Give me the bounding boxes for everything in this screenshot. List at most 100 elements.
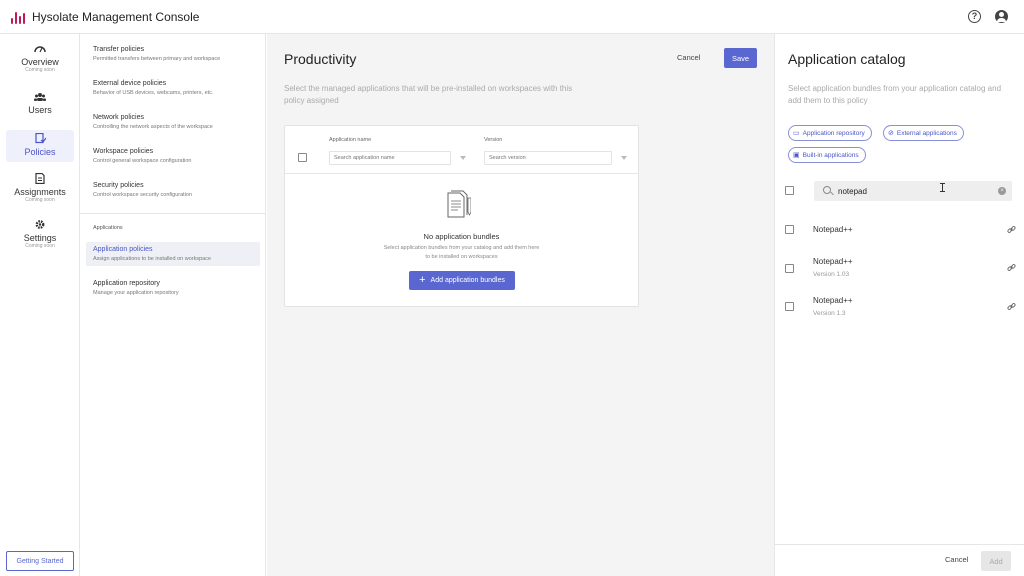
policy-item-title: Network policies: [93, 114, 144, 121]
select-all-catalog-checkbox[interactable]: [785, 186, 794, 195]
save-button[interactable]: Save: [724, 48, 757, 68]
policy-item-application-repository[interactable]: Application repository Manage your appli…: [86, 276, 260, 300]
row-checkbox[interactable]: [785, 225, 794, 234]
chip-external-applications[interactable]: ⊘ External applications: [883, 125, 964, 141]
search-icon: [823, 186, 831, 194]
chip-label: Built-in applications: [802, 151, 859, 159]
gear-icon: [35, 220, 45, 229]
left-nav: Overview Coming soon Users Policies Assi…: [0, 34, 80, 576]
documents-icon: [447, 190, 471, 218]
nav-label: Assignments: [14, 187, 66, 197]
plus-icon: +: [419, 274, 426, 286]
policy-item-title: External device policies: [93, 80, 167, 87]
nav-sublabel: Coming soon: [25, 67, 55, 73]
policy-item-title: Application repository: [93, 280, 160, 287]
help-icon[interactable]: ?: [968, 10, 981, 23]
result-version: Version 1.03: [813, 271, 850, 278]
document-icon: [35, 173, 45, 184]
nav-item-policies[interactable]: Policies: [6, 130, 74, 162]
gauge-icon: [34, 46, 46, 53]
policy-item-workspace[interactable]: Workspace policies Control general works…: [86, 144, 260, 168]
nav-label: Overview: [21, 57, 59, 67]
page-description: Select the managed applications that wil…: [284, 84, 573, 105]
nav-sublabel: Coming soon: [25, 197, 55, 203]
nav-label: Policies: [24, 147, 56, 157]
catalog-cancel-button[interactable]: Cancel: [945, 555, 968, 564]
nav-item-assignments[interactable]: Assignments Coming soon: [6, 173, 74, 207]
nav-item-overview[interactable]: Overview Coming soon: [6, 44, 74, 78]
catalog-search-input[interactable]: [838, 184, 988, 198]
application-catalog-panel: Application catalog Select application b…: [774, 34, 1024, 576]
catalog-search: ×: [814, 181, 1012, 201]
section-label-applications: Applications: [93, 225, 123, 231]
filter-icon[interactable]: [621, 156, 627, 160]
column-header-application-name: Application name: [329, 137, 372, 143]
divider: [80, 213, 266, 214]
catalog-add-button[interactable]: Add: [981, 551, 1011, 571]
add-application-bundles-label: Add application bundles: [430, 277, 505, 284]
catalog-footer: Cancel Add: [775, 544, 1024, 576]
top-bar: Hysolate Management Console ?: [0, 0, 1024, 34]
chip-application-repository[interactable]: ▭ Application repository: [788, 125, 872, 141]
catalog-description: Select application bundles from your app…: [788, 84, 1002, 105]
add-application-bundles-button[interactable]: + Add application bundles: [409, 271, 515, 290]
link-icon[interactable]: [1007, 263, 1016, 272]
result-version: Version 1.3: [813, 310, 846, 317]
hysolate-logo-icon: [11, 10, 25, 24]
nav-sublabel: Coming soon: [25, 243, 55, 249]
policy-item-desc: Control workspace security configuration: [93, 192, 193, 198]
policy-list: Transfer policies Permitted transfers be…: [80, 34, 266, 576]
application-name-search-input[interactable]: [329, 151, 451, 165]
version-search-input[interactable]: [484, 151, 612, 165]
row-checkbox[interactable]: [785, 264, 794, 273]
getting-started-button[interactable]: Getting Started: [6, 551, 74, 571]
chip-label: External applications: [896, 129, 957, 137]
clear-search-icon[interactable]: ×: [998, 187, 1006, 195]
chip-built-in-applications[interactable]: ▣ Built-in applications: [788, 147, 866, 163]
chip-label: Application repository: [802, 129, 865, 137]
policy-item-desc: Assign applications to be installed on w…: [93, 256, 212, 262]
cancel-button[interactable]: Cancel: [677, 53, 700, 62]
policy-item-desc: Controlling the network aspects of the w…: [93, 124, 213, 130]
policy-item-external-device[interactable]: External device policies Behavior of USB…: [86, 76, 260, 100]
nav-label: Settings: [23, 233, 57, 243]
policy-item-network[interactable]: Network policies Controlling the network…: [86, 110, 260, 134]
users-icon: [34, 93, 46, 101]
policy-item-title: Application policies: [93, 246, 153, 253]
column-header-version: Version: [484, 137, 503, 143]
catalog-title: Application catalog: [788, 51, 906, 67]
filter-icon[interactable]: [460, 156, 466, 160]
row-checkbox[interactable]: [785, 302, 794, 311]
window-icon: ▣: [793, 151, 800, 159]
page-title: Productivity: [284, 51, 357, 67]
policy-item-desc: Control general workspace configuration: [93, 158, 192, 164]
folder-icon: ▭: [793, 129, 800, 137]
catalog-result-row[interactable]: Notepad++ Version 1.3: [775, 291, 1024, 327]
policies-icon: [35, 133, 46, 144]
application-bundles-table: Application name Version No application …: [284, 125, 639, 307]
nav-label: Users: [28, 105, 52, 115]
user-account-icon[interactable]: [995, 10, 1008, 23]
nav-item-settings[interactable]: Settings Coming soon: [6, 219, 74, 253]
main-content: Productivity Cancel Save Select the mana…: [267, 34, 774, 576]
policy-item-title: Security policies: [93, 182, 144, 189]
policy-item-desc: Permitted transfers between primary and …: [93, 56, 221, 62]
link-icon[interactable]: [1007, 225, 1016, 234]
result-name: Notepad++: [813, 257, 853, 266]
link-icon: ⊘: [888, 129, 894, 137]
policy-item-transfer[interactable]: Transfer policies Permitted transfers be…: [86, 42, 260, 66]
policy-item-desc: Manage your application repository: [93, 290, 179, 296]
select-all-checkbox[interactable]: [298, 153, 307, 162]
text-cursor-icon: [940, 183, 945, 192]
empty-state-description: Select application bundles from your cat…: [383, 245, 540, 260]
policy-item-security[interactable]: Security policies Control workspace secu…: [86, 178, 260, 202]
policy-item-title: Transfer policies: [93, 46, 145, 53]
result-name: Notepad++: [813, 296, 853, 305]
nav-item-users[interactable]: Users: [6, 92, 74, 120]
catalog-result-row[interactable]: Notepad++: [775, 214, 1024, 250]
policy-item-application-policies[interactable]: Application policies Assign applications…: [86, 242, 260, 266]
catalog-result-row[interactable]: Notepad++ Version 1.03: [775, 252, 1024, 288]
empty-state-title: No application bundles: [423, 232, 500, 241]
policy-item-desc: Behavior of USB devices, webcams, printe…: [93, 90, 214, 96]
link-icon[interactable]: [1007, 302, 1016, 311]
